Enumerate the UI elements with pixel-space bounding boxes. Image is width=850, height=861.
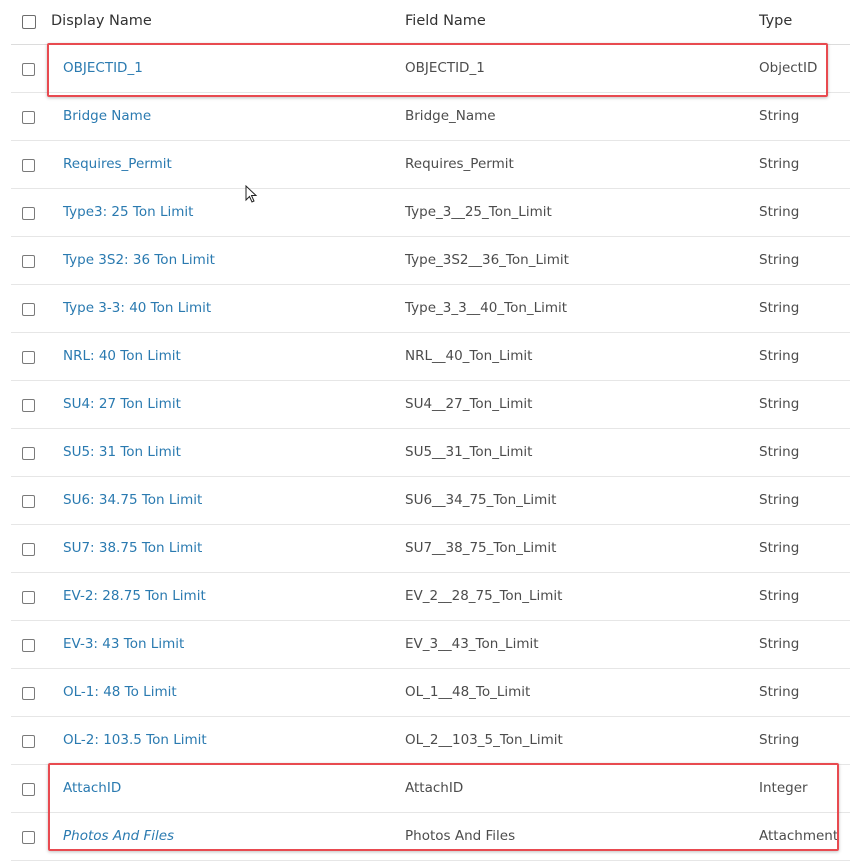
display-name-link[interactable]: OL-2: 103.5 Ton Limit	[63, 732, 207, 748]
table-header: Display Name Field Name Type	[11, 0, 850, 45]
row-checkbox[interactable]	[22, 351, 35, 364]
table-row[interactable]: Type 3S2: 36 Ton Limit Type_3S2__36_Ton_L…	[11, 237, 850, 285]
field-name-cell: Type_3__25_Ton_Limit	[405, 204, 552, 220]
row-checkbox[interactable]	[22, 159, 35, 172]
type-cell: String	[759, 300, 800, 316]
field-name-cell: SU5__31_Ton_Limit	[405, 444, 533, 460]
table-row[interactable]: Bridge Name Bridge_Name String	[11, 93, 850, 141]
row-checkbox[interactable]	[22, 303, 35, 316]
display-name-link[interactable]: SU7: 38.75 Ton Limit	[63, 540, 202, 556]
display-name-link[interactable]: SU4: 27 Ton Limit	[63, 396, 181, 412]
row-checkbox[interactable]	[22, 495, 35, 508]
type-cell: String	[759, 444, 800, 460]
table-row[interactable]: EV-2: 28.75 Ton Limit EV_2__28_75_Ton_Lim…	[11, 573, 850, 621]
table-row[interactable]: OL-1: 48 To Limit OL_1__48_To_Limit String	[11, 669, 850, 717]
display-name-link[interactable]: OL-1: 48 To Limit	[63, 684, 177, 700]
field-name-cell: OL_1__48_To_Limit	[405, 684, 531, 700]
display-name-link[interactable]: Requires_Permit	[63, 156, 172, 172]
field-name-cell: Photos And Files	[405, 828, 516, 844]
row-checkbox[interactable]	[22, 831, 35, 844]
row-checkbox[interactable]	[22, 639, 35, 652]
display-name-link[interactable]: Photos And Files	[63, 828, 174, 844]
field-name-cell: OBJECTID_1	[405, 60, 485, 76]
field-name-cell: NRL__40_Ton_Limit	[405, 348, 533, 364]
type-cell: String	[759, 636, 800, 652]
field-name-cell: SU6__34_75_Ton_Limit	[405, 492, 557, 508]
type-cell: String	[759, 540, 800, 556]
type-cell: Integer	[759, 780, 808, 796]
type-cell: ObjectID	[759, 60, 818, 76]
row-checkbox[interactable]	[22, 207, 35, 220]
display-name-link[interactable]: AttachID	[63, 780, 121, 796]
display-name-link[interactable]: Bridge Name	[63, 108, 151, 124]
row-checkbox[interactable]	[22, 447, 35, 460]
row-checkbox[interactable]	[22, 687, 35, 700]
type-header[interactable]: Type	[759, 13, 792, 29]
type-cell: String	[759, 156, 800, 172]
table-row[interactable]: AttachID AttachID Integer	[11, 765, 850, 813]
table-row[interactable]: Photos And Files Photos And Files Attachme…	[11, 813, 850, 861]
display-name-link[interactable]: EV-3: 43 Ton Limit	[63, 636, 184, 652]
type-cell: Attachment	[759, 828, 839, 844]
type-cell: String	[759, 492, 800, 508]
row-checkbox[interactable]	[22, 591, 35, 604]
table-row[interactable]: SU6: 34.75 Ton Limit SU6__34_75_Ton_Limit…	[11, 477, 850, 525]
field-name-cell: SU4__27_Ton_Limit	[405, 396, 533, 412]
row-checkbox[interactable]	[22, 735, 35, 748]
display-name-link[interactable]: Type3: 25 Ton Limit	[63, 204, 193, 220]
field-name-cell: EV_3__43_Ton_Limit	[405, 636, 539, 652]
type-cell: String	[759, 108, 800, 124]
field-name-cell: SU7__38_75_Ton_Limit	[405, 540, 557, 556]
table-row[interactable]: SU4: 27 Ton Limit SU4__27_Ton_Limit String	[11, 381, 850, 429]
type-cell: String	[759, 252, 800, 268]
table-row[interactable]: Type3: 25 Ton Limit Type_3__25_Ton_Limit S…	[11, 189, 850, 237]
field-name-header[interactable]: Field Name	[405, 13, 486, 29]
row-checkbox[interactable]	[22, 783, 35, 796]
mouse-cursor-icon	[245, 185, 258, 203]
type-cell: String	[759, 588, 800, 604]
field-name-cell: EV_2__28_75_Ton_Limit	[405, 588, 563, 604]
display-name-link[interactable]: EV-2: 28.75 Ton Limit	[63, 588, 206, 604]
display-name-link[interactable]: OBJECTID_1	[63, 60, 143, 76]
row-checkbox[interactable]	[22, 399, 35, 412]
field-name-cell: OL_2__103_5_Ton_Limit	[405, 732, 563, 748]
display-name-link[interactable]: Type 3S2: 36 Ton Limit	[63, 252, 215, 268]
table-row[interactable]: OBJECTID_1 OBJECTID_1 ObjectID	[11, 45, 850, 93]
type-cell: String	[759, 396, 800, 412]
display-name-link[interactable]: Type 3-3: 40 Ton Limit	[63, 300, 211, 316]
display-name-link[interactable]: NRL: 40 Ton Limit	[63, 348, 181, 364]
display-name-header[interactable]: Display Name	[51, 13, 152, 29]
row-checkbox[interactable]	[22, 63, 35, 76]
table-row[interactable]: SU7: 38.75 Ton Limit SU7__38_75_Ton_Limit…	[11, 525, 850, 573]
row-checkbox[interactable]	[22, 255, 35, 268]
field-name-cell: Requires_Permit	[405, 156, 514, 172]
type-cell: String	[759, 204, 800, 220]
fields-table: Display Name Field Name Type OBJECTID_1 O…	[11, 0, 850, 861]
field-name-cell: AttachID	[405, 780, 464, 796]
field-name-cell: Type_3S2__36_Ton_Limit	[405, 252, 569, 268]
row-checkbox[interactable]	[22, 543, 35, 556]
display-name-link[interactable]: SU6: 34.75 Ton Limit	[63, 492, 202, 508]
table-row[interactable]: OL-2: 103.5 Ton Limit OL_2__103_5_Ton_Lim…	[11, 717, 850, 765]
table-row[interactable]: NRL: 40 Ton Limit NRL__40_Ton_Limit String	[11, 333, 850, 381]
table-row[interactable]: Type 3-3: 40 Ton Limit Type_3_3__40_Ton_L…	[11, 285, 850, 333]
type-cell: String	[759, 684, 800, 700]
select-all-checkbox[interactable]	[22, 15, 36, 29]
table-body: OBJECTID_1 OBJECTID_1 ObjectID Bridge Name B…	[11, 45, 850, 861]
field-name-cell: Bridge_Name	[405, 108, 496, 124]
display-name-link[interactable]: SU5: 31 Ton Limit	[63, 444, 181, 460]
table-row[interactable]: Requires_Permit Requires_Permit String	[11, 141, 850, 189]
table-row[interactable]: SU5: 31 Ton Limit SU5__31_Ton_Limit String	[11, 429, 850, 477]
row-checkbox[interactable]	[22, 111, 35, 124]
table-row[interactable]: EV-3: 43 Ton Limit EV_3__43_Ton_Limit Stri…	[11, 621, 850, 669]
field-name-cell: Type_3_3__40_Ton_Limit	[405, 300, 568, 316]
type-cell: String	[759, 348, 800, 364]
type-cell: String	[759, 732, 800, 748]
